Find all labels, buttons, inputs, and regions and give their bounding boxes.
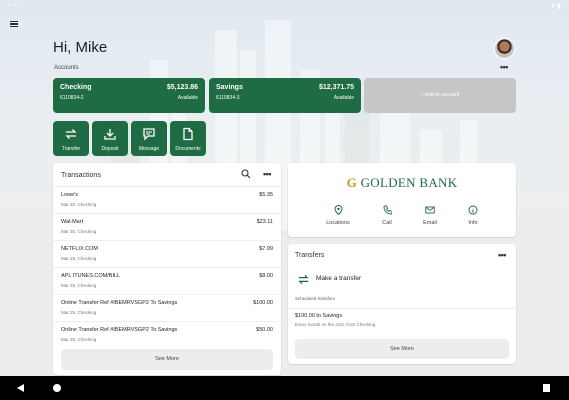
transactions-see-more-button[interactable]: See More	[61, 349, 273, 370]
documents-label: Documents	[175, 146, 201, 152]
table-row[interactable]: NETFLIX.COM Mar 29, Checking $7.99	[53, 241, 281, 268]
account-name: Checking	[60, 84, 92, 91]
accounts-label: Accounts	[54, 65, 79, 71]
info-label: Info	[468, 220, 478, 226]
bank-logo-text: GOLDEN BANK	[360, 175, 458, 190]
back-icon[interactable]	[16, 383, 25, 393]
recent-apps-icon[interactable]	[542, 383, 551, 393]
email-icon	[425, 206, 435, 214]
scheduled-transfers-label: Scheduled transfers	[295, 296, 336, 301]
transfer-label: Transfer	[61, 146, 81, 152]
phone-icon	[383, 205, 392, 215]
account-balance: $5,123.86	[166, 84, 198, 91]
table-row[interactable]: Online Transfer Ref #IBEMRVSGP2 To Savin…	[53, 295, 281, 322]
transfers-more-icon[interactable]: •••	[498, 250, 506, 260]
transaction-description: Online Transfer Ref #IBEMRVSGP2 To Savin…	[61, 300, 178, 306]
table-row[interactable]: Online Transfer Ref #IBEMRVSGP2 To Savin…	[53, 322, 281, 349]
system-navigation-bar	[0, 376, 569, 400]
transfer-button[interactable]: Transfer	[53, 121, 89, 156]
locations-link[interactable]: Locations	[318, 205, 358, 226]
deposit-button[interactable]: Deposit	[92, 121, 128, 156]
transfer-arrows-icon	[298, 274, 309, 285]
search-icon[interactable]	[241, 169, 251, 179]
message-button[interactable]: Message	[131, 121, 167, 156]
account-number: 6110834-3	[216, 95, 240, 101]
transfer-icon	[65, 129, 77, 139]
transaction-description: Wal-Mart	[61, 219, 84, 225]
accounts-more-icon[interactable]: •••	[500, 62, 508, 72]
transaction-date-account: Mar 29, Checking	[61, 310, 97, 315]
home-icon[interactable]	[52, 383, 62, 393]
transaction-description: NETFLIX.COM	[61, 246, 98, 252]
transaction-amount: $5.35	[259, 192, 273, 198]
status-icons-left: ▪ ○ ○	[8, 2, 26, 9]
account-card-checking[interactable]: Checking $5,123.86 6110834-2 Available	[53, 78, 205, 113]
account-card-savings[interactable]: Savings $12,371.75 6110834-3 Available	[209, 78, 361, 113]
table-row[interactable]: Lowe's Mar 30, Checking $5.35	[53, 187, 281, 214]
transaction-amount: $7.99	[259, 246, 273, 252]
transactions-card: Transactions ••• Lowe's Mar 30, Checking…	[53, 163, 281, 375]
transaction-amount: $8.00	[259, 273, 273, 279]
transaction-date-account: Mar 30, Checking	[61, 202, 97, 207]
account-number: 6110834-2	[60, 95, 84, 101]
transaction-description: Lowe's	[61, 192, 78, 198]
divider	[288, 308, 516, 309]
info-link[interactable]: Info	[453, 205, 493, 226]
location-pin-icon	[333, 205, 343, 215]
scheduled-transfer-item[interactable]: $100.00 to Savings Every month on the 21…	[295, 313, 375, 327]
transaction-amount: $23.11	[256, 219, 273, 225]
bank-logo: G GOLDEN BANK	[288, 175, 516, 191]
documents-button[interactable]: Documents	[170, 121, 206, 156]
transfers-title: Transfers	[295, 252, 325, 259]
account-available-label: Available	[177, 95, 198, 101]
email-link[interactable]: Email	[410, 205, 450, 226]
table-row[interactable]: APL ITUNES.COM/BILL Mar 29, Checking $8.…	[53, 268, 281, 295]
add-account-button[interactable]: + Add an account	[364, 78, 516, 113]
locations-label: Locations	[326, 220, 350, 226]
transactions-more-icon[interactable]: •••	[263, 169, 271, 179]
make-transfer-label: Make a transfer	[316, 275, 362, 282]
transaction-date-account: Mar 26, Checking	[61, 337, 97, 342]
hamburger-menu-icon[interactable]	[10, 19, 22, 31]
status-icons-right: ▾ ▮	[551, 3, 561, 10]
deposit-label: Deposit	[101, 146, 119, 152]
status-bar: ▪ ○ ○ ▾ ▮	[0, 0, 569, 12]
call-link[interactable]: Call	[367, 205, 407, 226]
transaction-description: Online Transfer Ref #IBEMRVSGP2 To Savin…	[61, 327, 178, 333]
transfers-card: Transfers ••• Make a transfer Scheduled …	[288, 244, 516, 364]
transfers-see-more-button[interactable]: See More	[295, 339, 509, 359]
download-icon	[104, 129, 116, 140]
message-icon	[143, 128, 155, 141]
transaction-date-account: Mar 29, Checking	[61, 283, 97, 288]
bank-logo-initial: G	[346, 175, 358, 190]
email-label: Email	[423, 220, 437, 226]
message-label: Message	[138, 146, 160, 152]
account-available-label: Available	[333, 95, 354, 101]
transaction-date-account: Mar 29, Checking	[61, 256, 97, 261]
transaction-amount: $50.00	[256, 327, 273, 333]
bank-info-card: G GOLDEN BANK Locations Call Email Info	[288, 163, 516, 237]
document-icon	[183, 127, 193, 141]
table-row[interactable]: Wal-Mart Mar 30, Checking $23.11	[53, 214, 281, 241]
transaction-description: APL ITUNES.COM/BILL	[61, 273, 121, 279]
make-transfer-button[interactable]: Make a transfer	[295, 271, 509, 289]
scheduled-transfer-detail: Every month on the 21st, from Checking	[295, 322, 376, 327]
info-icon	[468, 205, 478, 215]
transaction-date-account: Mar 30, Checking	[61, 229, 97, 234]
greeting-title: Hi, Mike	[53, 39, 108, 56]
account-balance: $12,371.75	[318, 84, 354, 91]
transactions-title: Transactions	[61, 172, 101, 179]
transaction-amount: $100.00	[253, 300, 273, 306]
avatar[interactable]	[494, 38, 515, 59]
account-name: Savings	[216, 84, 243, 91]
scheduled-transfer-title: $100.00 to Savings	[295, 313, 343, 319]
call-label: Call	[382, 220, 392, 226]
